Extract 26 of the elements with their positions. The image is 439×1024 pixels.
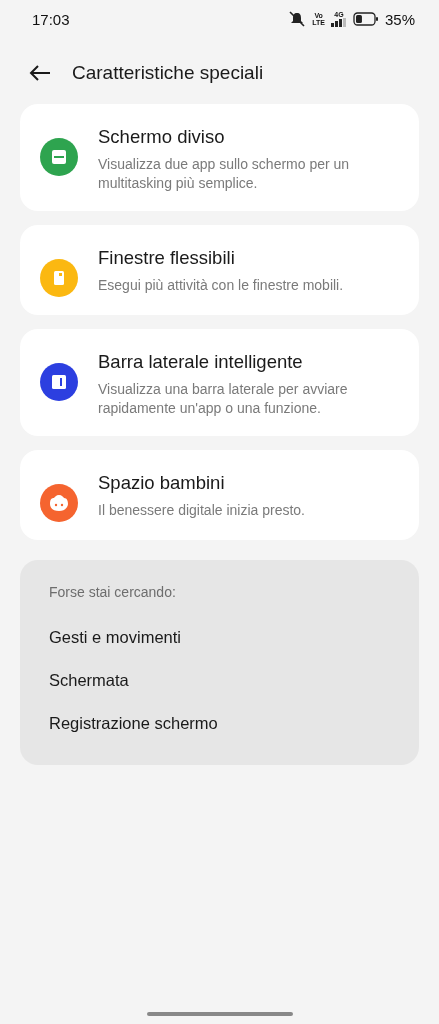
feature-description: Esegui più attività con le finestre mobili.	[98, 276, 344, 295]
back-button[interactable]	[28, 64, 52, 82]
feature-card[interactable]: Finestre flessibili Esegui più attività con le finestre mobili.	[20, 225, 419, 315]
feature-title: Finestre flessibili	[98, 247, 236, 269]
suggestion-link[interactable]: Schermata	[49, 659, 390, 702]
feature-card[interactable]: Barra laterale intelligente Visualizza una barra laterale per avviare rapidamente un'app o una funzione.	[20, 329, 419, 436]
feature-card[interactable]: Schermo diviso Visualizza due app sullo schermo per un multitasking più semplice.	[20, 104, 419, 211]
muted-bell-icon	[288, 11, 307, 27]
battery-icon	[352, 12, 379, 26]
feature-description: Visualizza due app sullo schermo per un multitasking più semplice.	[98, 155, 351, 193]
feature-title: Spazio bambini	[98, 472, 226, 494]
child-face-icon	[48, 493, 70, 513]
feature-description: Visualizza una barra laterale per avviare rapidamente un'app o una funzione.	[98, 380, 349, 418]
suggestions-heading: Forse stai cercando:	[49, 584, 177, 600]
split-screen-icon	[50, 148, 68, 166]
battery-percentage: 35%	[384, 10, 415, 28]
feature-title: Schermo diviso	[98, 126, 226, 148]
feature-description: Il benessere digitale inizia presto.	[98, 501, 305, 520]
sidebar-icon	[50, 373, 68, 391]
signal-icon	[330, 18, 347, 27]
suggestion-link[interactable]: Gesti e movimenti	[49, 616, 390, 659]
feature-card[interactable]: Spazio bambini Il benessere digitale inizia presto.	[20, 450, 419, 540]
feature-title: Barra laterale intelligente	[98, 351, 304, 373]
suggestion-link[interactable]: Registrazione schermo	[49, 702, 390, 745]
status-time: 17:03	[32, 10, 71, 28]
page-title: Caratteristiche speciali	[72, 62, 264, 84]
